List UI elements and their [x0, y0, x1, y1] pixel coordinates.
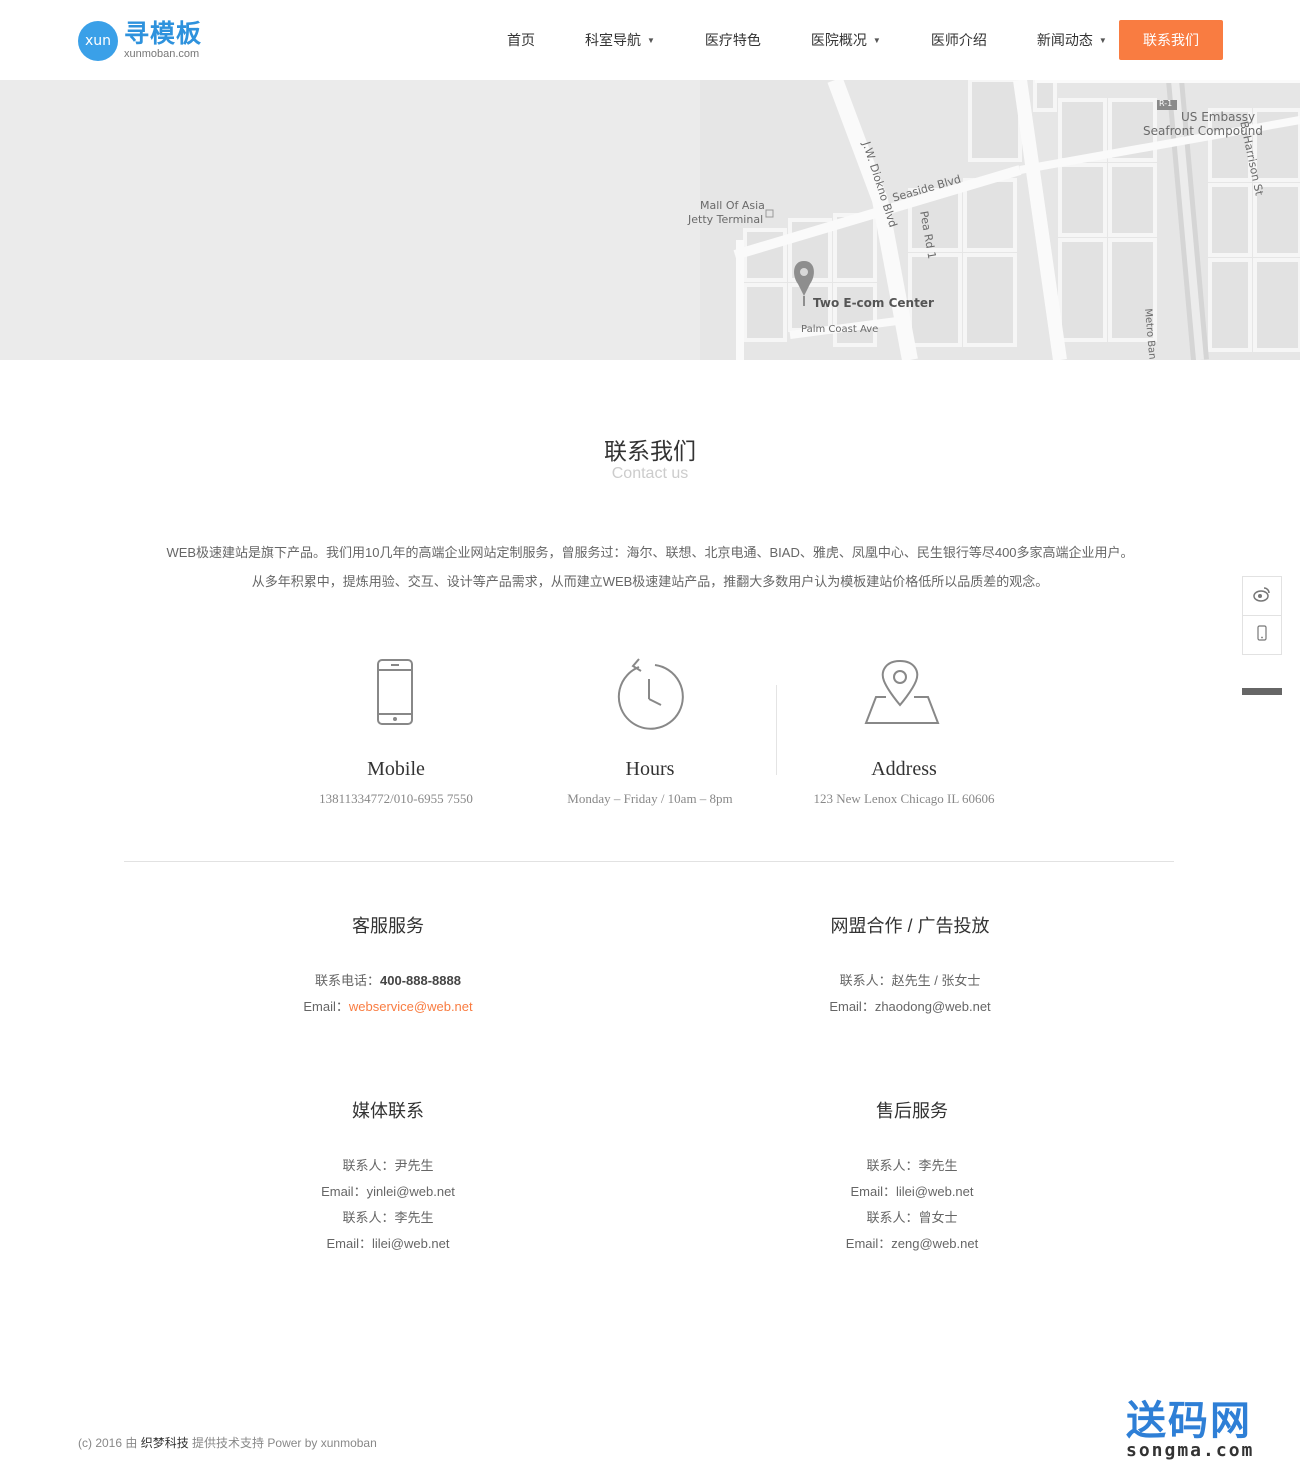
site-header: xun 寻模板 xunmoban.com 首页 科室导航 ▼ 医疗特色 医院概况… — [0, 0, 1300, 80]
back-to-top-button[interactable] — [1242, 688, 1282, 695]
phone-label: 联系电话： — [315, 973, 381, 988]
logo-en: xunmoban.com — [124, 48, 200, 60]
block-line: 联系人：尹先生 — [342, 1158, 434, 1173]
block-line: 联系人：赵先生 / 张女士 — [839, 973, 981, 988]
main-nav: 首页 科室导航 ▼ 医疗特色 医院概况 ▼ 医师介绍 新闻动态 ▼ — [480, 0, 1132, 80]
nav-item-departments[interactable]: 科室导航 ▼ — [560, 30, 680, 50]
info-card-text: Monday – Friday / 10am – 8pm — [567, 791, 733, 806]
block-customer-service: 客服服务 联系电话：400-888-8888 Email：webservice@… — [188, 912, 588, 1020]
block-line: 联系人：李先生 — [866, 1158, 958, 1173]
intro-line-2: 从多年积累中，提炼用验、交互、设计等产品需求，从而建立WEB极速建站产品，推翻大… — [251, 574, 1049, 589]
block-line: Email：lilei@web.net — [850, 1184, 974, 1199]
footer-prefix: (c) 2016 由 — [78, 1436, 141, 1450]
info-card-title: Address — [871, 758, 937, 780]
nav-item-news[interactable]: 新闻动态 ▼ — [1012, 30, 1132, 50]
info-card-text: 123 New Lenox Chicago IL 60606 — [813, 791, 995, 806]
watermark-cn: 送码网 — [1126, 1398, 1252, 1444]
logo-text: 寻模板 xunmoban.com — [124, 22, 202, 60]
watermark-en: songma.com — [1126, 1440, 1255, 1461]
map-graphic — [0, 80, 1300, 360]
info-card-title: Hours — [625, 758, 675, 780]
service-email-link[interactable]: webservice@web.net — [349, 999, 473, 1014]
mobile-button[interactable] — [1242, 615, 1282, 655]
mobile-phone-icon — [271, 645, 521, 740]
mobile-icon — [1257, 624, 1267, 646]
block-line: 联系人：李先生 — [342, 1210, 434, 1225]
logo-cn: 寻模板 — [124, 20, 203, 48]
block-line: Email：lilei@web.net — [326, 1236, 450, 1251]
contact-us-button[interactable]: 联系我们 — [1119, 20, 1223, 60]
caret-down-icon: ▼ — [872, 35, 881, 45]
map-pin-icon — [779, 645, 1029, 740]
info-card-text: 13811334772/010-6955 7550 — [319, 791, 473, 806]
info-card-title: Mobile — [367, 758, 425, 780]
nav-item-features[interactable]: 医疗特色 — [680, 30, 786, 50]
caret-down-icon: ▼ — [1098, 35, 1107, 45]
block-title: 售后服务 — [876, 1101, 948, 1121]
map-label-r1: R-1 — [1159, 99, 1173, 108]
info-card-mobile: Mobile 13811334772/010-6955 7550 — [271, 645, 521, 807]
block-aftersale: 售后服务 联系人：李先生 Email：lilei@web.net 联系人：曾女士… — [712, 1097, 1112, 1257]
nav-item-doctors[interactable]: 医师介绍 — [906, 30, 1012, 50]
section-divider — [124, 861, 1174, 862]
footer-brand-link[interactable]: 织梦科技 — [141, 1436, 189, 1450]
map-label-mall-asia: Mall Of Asia — [700, 199, 765, 212]
block-line: Email：zeng@web.net — [845, 1236, 979, 1251]
block-media: 媒体联系 联系人：尹先生 Email：yinlei@web.net 联系人：李先… — [188, 1097, 588, 1257]
nav-item-label: 科室导航 — [585, 32, 641, 48]
footer-suffix: 提供技术支持 Power by xunmoban — [188, 1436, 377, 1450]
site-logo[interactable]: xun 寻模板 xunmoban.com — [78, 20, 202, 62]
section-title: 联系我们 — [604, 438, 696, 464]
block-alliance: 网盟合作 / 广告投放 联系人：赵先生 / 张女士 Email：zhaodong… — [710, 912, 1110, 1020]
block-title: 媒体联系 — [352, 1101, 424, 1121]
caret-down-icon: ▼ — [647, 35, 655, 45]
service-email-line: Email：webservice@web.net — [188, 994, 588, 1020]
block-title: 客服服务 — [352, 916, 424, 936]
footer-copyright: (c) 2016 由 织梦科技 提供技术支持 Power by xunmoban — [78, 1434, 377, 1451]
block-line: 联系人：曾女士 — [866, 1210, 958, 1225]
map-label-jetty: Jetty Terminal — [688, 213, 764, 226]
clock-icon — [525, 645, 775, 740]
nav-item-label: 首页 — [507, 32, 535, 48]
block-line: Email：zhaodong@web.net — [829, 999, 991, 1014]
email-label: Email： — [303, 999, 349, 1014]
nav-item-label: 新闻动态 — [1036, 32, 1093, 48]
nav-item-hospital-overview[interactable]: 医院概况 ▼ — [786, 30, 906, 50]
info-card-hours: Hours Monday – Friday / 10am – 8pm — [525, 645, 775, 807]
card-divider — [776, 685, 777, 775]
nav-item-label: 医院概况 — [810, 32, 867, 48]
watermark-logo: 送码网 songma.com — [1126, 1400, 1276, 1462]
side-toolbar — [1242, 576, 1282, 655]
service-phone-line: 联系电话：400-888-8888 — [188, 968, 588, 994]
map-label-palm: Palm Coast Ave — [801, 324, 879, 335]
logo-mark: xun — [78, 21, 118, 61]
intro-line-1: WEB极速建站是旗下产品。我们用10几年的高端企业网站定制服务，曾服务过：海尔、… — [166, 545, 1134, 560]
section-subtitle: Contact us — [611, 465, 689, 482]
weibo-button[interactable] — [1242, 576, 1282, 616]
nav-item-label: 医师介绍 — [930, 32, 987, 48]
info-card-address: Address 123 New Lenox Chicago IL 60606 — [779, 645, 1029, 807]
map-label-two-ecom: Two E-com Center — [813, 296, 934, 310]
nav-item-label: 医疗特色 — [704, 32, 761, 48]
nav-item-home[interactable]: 首页 — [482, 30, 560, 50]
service-phone: 400-888-8888 — [380, 973, 461, 988]
block-title: 网盟合作 / 广告投放 — [830, 916, 990, 936]
weibo-icon — [1253, 586, 1271, 607]
location-map[interactable]: US Embassy Seafront Compound B. Harrison… — [0, 80, 1300, 360]
block-line: Email：yinlei@web.net — [321, 1184, 455, 1199]
